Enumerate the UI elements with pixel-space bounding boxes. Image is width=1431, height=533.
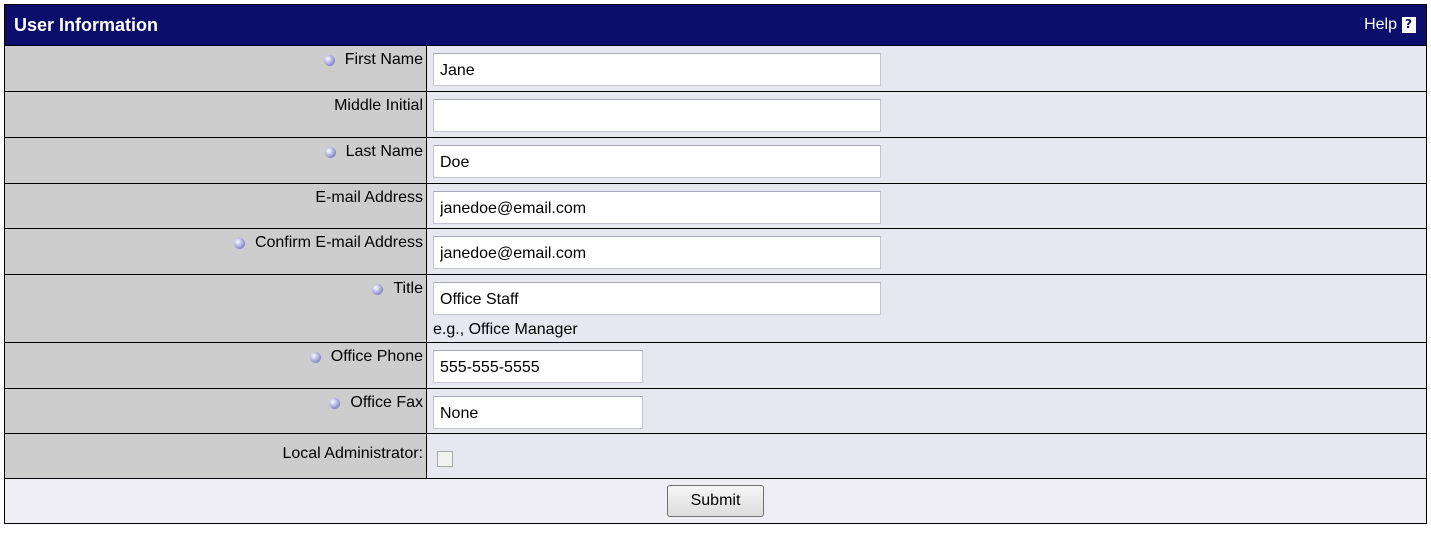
middle-initial-label: Middle Initial bbox=[334, 97, 423, 114]
office-phone-label: Office Phone bbox=[330, 348, 423, 365]
label-cell-office-phone: Office Phone bbox=[5, 343, 427, 388]
row-confirm-email: Confirm E-mail Address bbox=[5, 229, 1426, 275]
email-input[interactable] bbox=[433, 191, 881, 224]
label-cell-email: E-mail Address bbox=[5, 184, 427, 228]
row-title: Title e.g., Office Manager bbox=[5, 275, 1426, 343]
value-cell-first-name bbox=[427, 46, 1426, 91]
help-link[interactable]: Help bbox=[1364, 16, 1416, 34]
last-name-label: Last Name bbox=[345, 143, 423, 160]
label-cell-last-name: Last Name bbox=[5, 138, 427, 183]
label-cell-first-name: First Name bbox=[5, 46, 427, 91]
row-middle-initial: Middle Initial bbox=[5, 92, 1426, 138]
value-cell-last-name bbox=[427, 138, 1426, 183]
last-name-input[interactable] bbox=[433, 145, 881, 178]
row-office-fax: Office Fax bbox=[5, 389, 1426, 434]
row-email: E-mail Address bbox=[5, 184, 1426, 229]
help-icon[interactable] bbox=[1402, 17, 1416, 33]
help-label[interactable]: Help bbox=[1364, 16, 1397, 34]
value-cell-confirm-email bbox=[427, 229, 1426, 274]
local-admin-checkbox[interactable] bbox=[437, 451, 453, 467]
required-bullet-icon bbox=[372, 283, 384, 295]
first-name-input[interactable] bbox=[433, 53, 881, 86]
label-cell-confirm-email: Confirm E-mail Address bbox=[5, 229, 427, 274]
submit-row: Submit bbox=[5, 479, 1426, 523]
office-phone-input[interactable] bbox=[433, 350, 643, 383]
required-bullet-icon bbox=[329, 397, 341, 409]
required-bullet-icon bbox=[309, 351, 321, 363]
title-label: Title bbox=[393, 280, 423, 297]
office-fax-label: Office Fax bbox=[350, 394, 423, 411]
email-label: E-mail Address bbox=[315, 189, 423, 206]
value-cell-title: e.g., Office Manager bbox=[427, 275, 1426, 342]
title-hint: e.g., Office Manager bbox=[433, 321, 578, 338]
required-bullet-icon bbox=[233, 237, 245, 249]
row-first-name: First Name bbox=[5, 46, 1426, 92]
label-cell-middle-initial: Middle Initial bbox=[5, 92, 427, 137]
panel-header: User Information Help bbox=[5, 5, 1426, 46]
title-input[interactable] bbox=[433, 282, 881, 315]
submit-button[interactable]: Submit bbox=[667, 485, 764, 517]
value-cell-office-fax bbox=[427, 389, 1426, 433]
label-cell-office-fax: Office Fax bbox=[5, 389, 427, 433]
row-office-phone: Office Phone bbox=[5, 343, 1426, 389]
panel-title: User Information bbox=[14, 14, 159, 35]
first-name-label: First Name bbox=[344, 51, 423, 68]
row-last-name: Last Name bbox=[5, 138, 1426, 184]
value-cell-email bbox=[427, 184, 1426, 228]
user-information-panel: User Information Help First Name Middle … bbox=[4, 4, 1427, 524]
label-cell-local-admin: Local Administrator: bbox=[5, 434, 427, 478]
office-fax-input[interactable] bbox=[433, 396, 643, 429]
value-cell-office-phone bbox=[427, 343, 1426, 388]
required-bullet-icon bbox=[323, 54, 335, 66]
value-cell-middle-initial bbox=[427, 92, 1426, 137]
middle-initial-input[interactable] bbox=[433, 99, 881, 132]
confirm-email-label: Confirm E-mail Address bbox=[254, 234, 423, 251]
local-admin-label: Local Administrator: bbox=[282, 445, 423, 462]
value-cell-local-admin bbox=[427, 434, 1426, 478]
required-bullet-icon bbox=[324, 146, 336, 158]
label-cell-title: Title bbox=[5, 275, 427, 342]
row-local-admin: Local Administrator: bbox=[5, 434, 1426, 479]
confirm-email-input[interactable] bbox=[433, 236, 881, 269]
